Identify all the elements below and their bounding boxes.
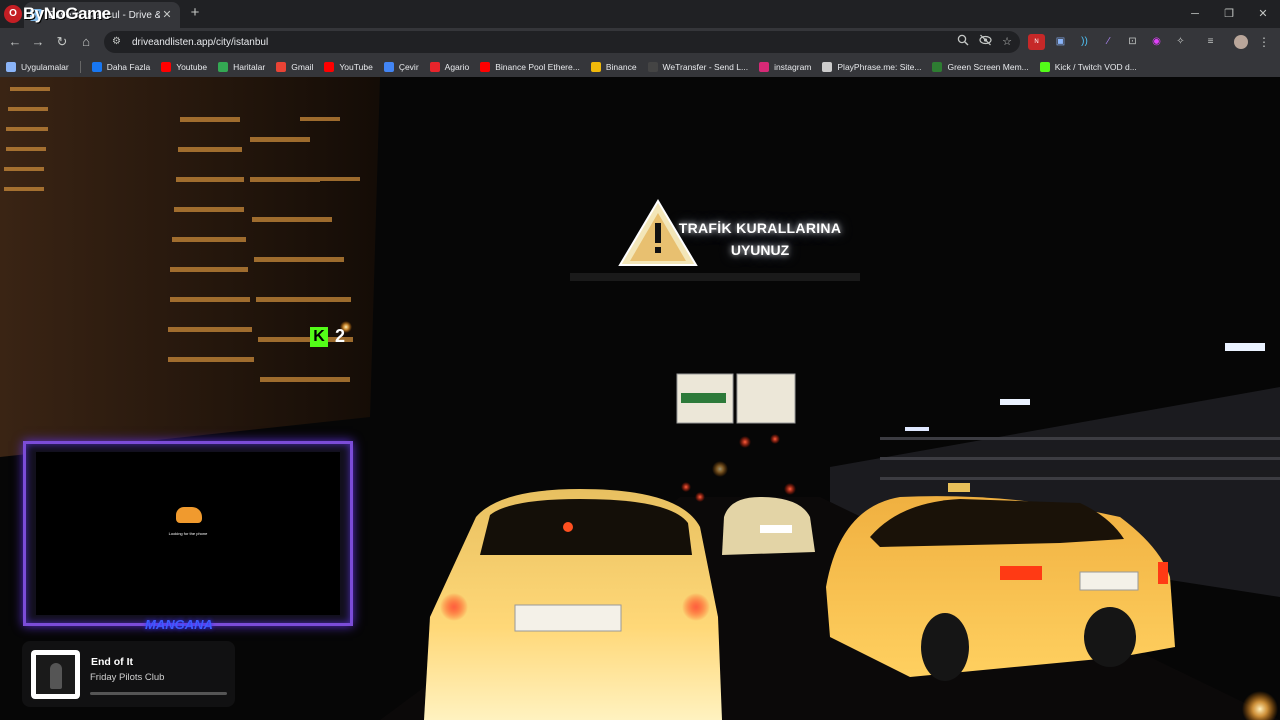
bookmark-item[interactable]: Binance <box>590 61 637 72</box>
bookmark-label: Youtube <box>176 61 208 72</box>
translate-extension-icon[interactable]: ▣ <box>1052 34 1069 50</box>
maps-icon <box>218 61 229 72</box>
browser-window: Drive in Istanbul - Drive & Listen ✕ + O… <box>0 0 1280 720</box>
apps-grid-icon <box>6 61 16 72</box>
bookmark-item[interactable]: Çevir <box>383 61 419 72</box>
webcam-status-text: Looking for the phone <box>168 531 208 536</box>
youtube-icon <box>161 61 172 72</box>
bookmark-separator <box>79 60 81 73</box>
binance-icon <box>590 61 601 72</box>
pen-extension-icon[interactable]: ⁄ <box>1100 34 1117 50</box>
album-art <box>31 650 80 699</box>
kick-icon <box>1039 61 1050 72</box>
reload-button[interactable]: ↻ <box>53 33 71 51</box>
home-button[interactable]: ⌂ <box>77 33 95 51</box>
bookmark-label: PlayPhrase.me: Site... <box>837 61 922 72</box>
kick-viewer-badge: K 2 <box>310 326 345 347</box>
bookmark-item[interactable]: Youtube <box>161 61 208 72</box>
extensions-bar: N ▣ )) ⁄ ⊡ ◉ ✧ ≡ <box>1028 34 1219 50</box>
youtube-icon <box>324 61 335 72</box>
bookmark-item[interactable]: Agario <box>429 61 470 72</box>
screenshot-extension-icon[interactable]: ⊡ <box>1124 34 1141 50</box>
song-artist: Friday Pilots Club <box>90 672 165 683</box>
omnibox-actions: ☆ <box>956 34 1014 50</box>
profile-avatar[interactable] <box>1234 35 1248 49</box>
cat-icon <box>176 507 202 523</box>
translate-icon <box>383 61 394 72</box>
bookmark-item[interactable]: PlayPhrase.me: Site... <box>822 61 922 72</box>
bookmark-item[interactable]: Gmail <box>276 61 314 72</box>
youtube-icon <box>480 61 491 72</box>
bookmark-item[interactable]: Kick / Twitch VOD d... <box>1039 61 1137 72</box>
reading-list-icon[interactable]: ≡ <box>1202 34 1219 50</box>
greenscreen-icon <box>932 61 943 72</box>
close-window-button[interactable]: ✕ <box>1246 0 1280 28</box>
bookmark-label: Çevir <box>398 61 419 72</box>
address-url[interactable]: driveandlisten.app/city/istanbul <box>132 37 268 48</box>
wetransfer-icon <box>647 61 658 72</box>
bookmark-label: Daha Fazla <box>106 61 151 72</box>
gmail-icon <box>276 61 287 72</box>
bookmark-label: Binance <box>605 61 637 72</box>
bookmark-label: Uygulamalar <box>21 61 69 72</box>
streamer-badge-icon: O <box>4 5 22 23</box>
bookmark-item[interactable]: Daha Fazla <box>91 61 151 72</box>
bookmark-label: Agario <box>444 61 470 72</box>
bookmark-item[interactable]: YouTube <box>324 61 373 72</box>
zoom-icon[interactable] <box>956 34 970 50</box>
sign-line-2: UYUNUZ <box>730 242 790 258</box>
webcam-caption-logo: MANGANA <box>145 617 213 632</box>
address-bar[interactable]: ⚙ driveandlisten.app/city/istanbul ☆ <box>104 31 1020 53</box>
audio-extension-icon[interactable]: )) <box>1076 34 1093 50</box>
bookmark-label: instagram <box>774 61 812 72</box>
kick-viewer-count: 2 <box>335 326 346 346</box>
bookmark-label: Gmail <box>291 61 314 72</box>
site-info-icon[interactable]: ⚙ <box>112 36 124 48</box>
overhead-warning-sign-text: TRAFİK KURALLARINA UYUNUZ <box>676 217 844 261</box>
bookmark-item[interactable]: instagram <box>759 61 812 72</box>
bookmark-label: YouTube <box>339 61 373 72</box>
kick-icon: K <box>310 326 328 347</box>
minimize-button[interactable]: ─ <box>1178 0 1212 28</box>
window-controls: ─ ❐ ✕ <box>1178 0 1280 28</box>
forward-button[interactable]: → <box>29 33 47 51</box>
purple-extension-icon[interactable]: ◉ <box>1148 34 1165 50</box>
webcam-overlay-frame: Looking for the phone <box>23 441 353 626</box>
streamer-logo-text: ByNoGame <box>23 4 111 23</box>
now-playing-widget: End of It Friday Pilots Club <box>22 641 235 707</box>
playphrase-icon <box>822 61 833 72</box>
song-progress-bar <box>90 692 227 695</box>
menu-kebab-icon[interactable]: ⋮ <box>1258 33 1270 51</box>
new-extension-icon[interactable]: N <box>1028 34 1045 50</box>
puzzle-extensions-icon[interactable]: ✧ <box>1172 34 1189 50</box>
bookmark-item[interactable]: WeTransfer - Send L... <box>647 61 749 72</box>
tab-close-icon[interactable]: ✕ <box>160 8 174 22</box>
bookmark-label: Kick / Twitch VOD d... <box>1054 61 1137 72</box>
instagram-icon <box>759 61 770 72</box>
eye-off-icon[interactable] <box>978 34 992 50</box>
bookmark-label: Green Screen Mem... <box>947 61 1029 72</box>
bookmark-item[interactable]: Green Screen Mem... <box>932 61 1029 72</box>
back-button[interactable]: ← <box>6 33 24 51</box>
bookmark-item[interactable]: Binance Pool Ethere... <box>480 61 580 72</box>
bookmark-item[interactable]: Haritalar <box>218 61 266 72</box>
streamer-logo: O ByNoGame <box>4 4 111 24</box>
bookmark-label: Binance Pool Ethere... <box>495 61 580 72</box>
bookmark-label: Haritalar <box>233 61 266 72</box>
facebook-icon <box>91 61 102 72</box>
tab-strip: Drive in Istanbul - Drive & Listen ✕ + O… <box>0 0 1280 28</box>
new-tab-button[interactable]: + <box>186 4 204 22</box>
sign-line-1: TRAFİK KURALLARINA <box>678 220 842 236</box>
bookmark-label: WeTransfer - Send L... <box>662 61 749 72</box>
restore-button[interactable]: ❐ <box>1212 0 1246 28</box>
bookmarks-bar: Uygulamalar Daha Fazla Youtube Haritalar Gma… <box>0 56 1280 77</box>
agario-icon <box>429 61 440 72</box>
star-icon[interactable]: ☆ <box>1000 34 1014 50</box>
browser-toolbar: ← → ↻ ⌂ ⚙ driveandlisten.app/city/istanb… <box>0 28 1280 56</box>
song-title: End of It <box>91 656 133 668</box>
bookmark-item[interactable]: Uygulamalar <box>6 61 69 72</box>
webcam-feed: Looking for the phone <box>36 452 340 615</box>
